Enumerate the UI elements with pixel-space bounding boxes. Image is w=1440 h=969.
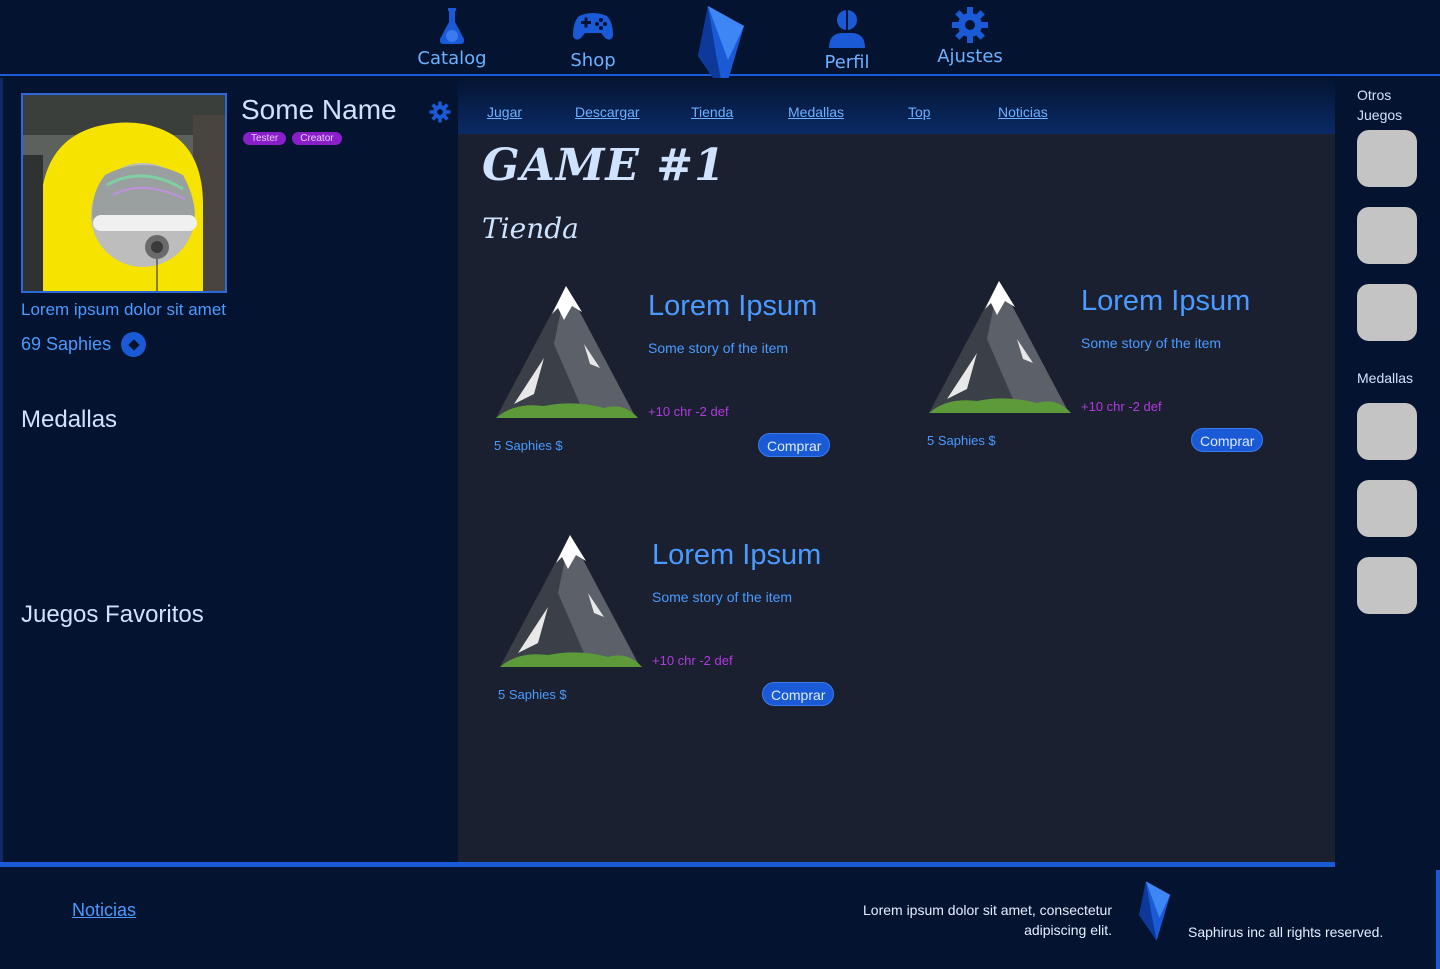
favorite-games-heading: Juegos Favoritos <box>21 601 204 628</box>
other-game-tile[interactable] <box>1357 284 1417 341</box>
footer-news-link[interactable]: Noticias <box>72 900 136 921</box>
nav-catalog[interactable]: Catalog <box>397 6 507 69</box>
profile-name: Some Name <box>241 94 397 125</box>
shop-item: Lorem Ipsum Some story of the item +10 c… <box>927 279 1267 459</box>
subnav-jugar[interactable]: Jugar <box>487 104 522 120</box>
user-icon <box>829 10 865 48</box>
shop-section-title: Tienda <box>482 212 579 245</box>
footer-logo <box>1136 880 1172 946</box>
saphie-coin-icon[interactable] <box>121 332 147 357</box>
nav-perfil-label: Perfil <box>824 52 870 73</box>
nav-ajustes[interactable]: Ajustes <box>915 6 1025 67</box>
item-stats: +10 chr -2 def <box>648 404 729 419</box>
profile-settings-button[interactable] <box>429 101 451 127</box>
top-navigation: Catalog Shop Perfil Ajustes <box>0 0 1440 94</box>
nav-catalog-label: Catalog <box>417 48 487 69</box>
mountain-icon <box>929 281 1071 413</box>
shop-item: Lorem Ipsum Some story of the item +10 c… <box>498 533 838 713</box>
badge-tester: Tester <box>243 132 287 145</box>
nav-shop-label: Shop <box>570 50 616 71</box>
footer-divider <box>0 862 1335 867</box>
avatar[interactable] <box>21 93 227 293</box>
footer: Noticias Lorem ipsum dolor sit amet, con… <box>0 862 1440 969</box>
medal-tile[interactable] <box>1357 557 1417 614</box>
avatar-image <box>23 95 225 291</box>
mountain-icon <box>496 286 638 418</box>
saphies-label: 69 Saphies <box>21 334 112 354</box>
nav-shop[interactable]: Shop <box>538 6 648 71</box>
footer-edge <box>1436 870 1440 969</box>
item-name: Lorem Ipsum <box>1081 285 1251 317</box>
item-name: Lorem Ipsum <box>652 539 822 571</box>
nav-perfil[interactable]: Perfil <box>792 6 902 73</box>
profile-bio: Lorem ipsum dolor sit amet <box>21 300 227 319</box>
right-sidebar: Otros Juegos Medallas <box>1335 78 1440 868</box>
item-story: Some story of the item <box>652 589 793 605</box>
subnav-tienda[interactable]: Tienda <box>691 104 733 120</box>
game-main-panel: Jugar Descargar Tienda Medallas Top Noti… <box>458 78 1335 864</box>
game-title: GAME #1 <box>482 140 726 191</box>
saphies-balance: 69 Saphies <box>21 332 147 357</box>
subnav-medallas[interactable]: Medallas <box>788 104 844 120</box>
item-story: Some story of the item <box>648 340 789 356</box>
profile-badges: Tester Creator <box>243 132 342 145</box>
game-subnav: Jugar Descargar Tienda Medallas Top Noti… <box>458 78 1335 134</box>
shop-item: Lorem Ipsum Some story of the item +10 c… <box>494 284 834 464</box>
gamepad-icon <box>573 13 613 40</box>
item-price: 5 Saphies $ <box>927 433 996 448</box>
item-stats: +10 chr -2 def <box>1081 399 1162 414</box>
footer-description: Lorem ipsum dolor sit amet, consectetur … <box>863 902 1112 938</box>
item-price: 5 Saphies $ <box>494 438 563 453</box>
badge-creator: Creator <box>292 132 342 145</box>
item-name: Lorem Ipsum <box>648 290 818 322</box>
profile-sidebar: Some Name Tester Creator Lorem ipsum dol… <box>0 78 458 864</box>
buy-button[interactable]: Comprar <box>762 682 835 706</box>
other-game-tile[interactable] <box>1357 207 1417 264</box>
gear-icon <box>952 7 988 43</box>
medal-tile[interactable] <box>1357 480 1417 537</box>
subnav-descargar[interactable]: Descargar <box>575 104 640 120</box>
mountain-icon <box>500 535 642 667</box>
footer-rights: Saphirus inc all rights reserved. <box>1188 924 1384 940</box>
medals-heading: Medallas <box>21 406 118 433</box>
saphire-crystal-icon <box>1139 881 1171 941</box>
flask-icon <box>439 8 465 44</box>
item-price: 5 Saphies $ <box>498 687 567 702</box>
nav-ajustes-label: Ajustes <box>937 46 1003 67</box>
subnav-noticias[interactable]: Noticias <box>998 104 1048 120</box>
other-game-tile[interactable] <box>1357 130 1417 187</box>
gear-icon <box>429 101 451 123</box>
medals-side-heading: Medallas <box>1357 370 1414 386</box>
buy-button[interactable]: Comprar <box>758 433 831 457</box>
item-story: Some story of the item <box>1081 335 1222 351</box>
subnav-top[interactable]: Top <box>908 104 931 120</box>
medal-tile[interactable] <box>1357 403 1417 460</box>
other-games-heading: Otros Juegos <box>1357 87 1403 123</box>
buy-button[interactable]: Comprar <box>1191 428 1264 452</box>
item-stats: +10 chr -2 def <box>652 653 733 668</box>
